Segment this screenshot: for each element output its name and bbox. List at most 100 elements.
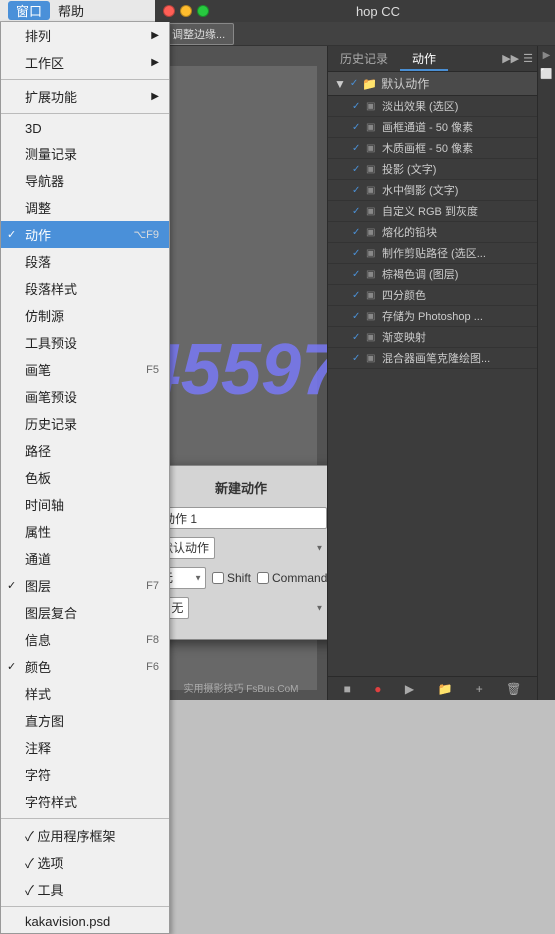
canvas-area: 45597 POCO 摄影专题 http://photo.poco.cn/ 实用… (155, 46, 327, 700)
menu-item-时间轴[interactable]: 时间轴 (1, 491, 169, 518)
action-item[interactable]: ✓▣棕褐色调 (图层) (328, 264, 537, 285)
close-button[interactable] (163, 5, 175, 17)
menu-item-排列[interactable]: 排列▶ (1, 22, 169, 49)
menu-item-画笔[interactable]: 画笔F5 (1, 356, 169, 383)
action-item[interactable]: ✓▣木质画框 - 50 像素 (328, 138, 537, 159)
menu-item-动作[interactable]: 动作⌥F9 (1, 221, 169, 248)
tab-history[interactable]: 历史记录 (328, 46, 400, 71)
menu-item-直方图[interactable]: 直方图 (1, 707, 169, 734)
new-action-btn[interactable]: + (472, 680, 487, 698)
action-item[interactable]: ✓▣制作剪贴路径 (选区... (328, 243, 537, 264)
menu-item-调整[interactable]: 调整 (1, 194, 169, 221)
menu-item-工具预设[interactable]: 工具预设 (1, 329, 169, 356)
play-btn[interactable]: ▶ (401, 680, 418, 698)
menu-help[interactable]: 帮助 (50, 1, 92, 20)
dialog-main-content: 名称： 组： 默认动作 (155, 507, 327, 627)
menu-item-_选项[interactable]: ✓ 选项 (1, 849, 169, 876)
record-panel-btn[interactable]: ● (370, 680, 385, 698)
right-strip: ▶ ⬜ (537, 46, 555, 700)
menu-item-字符样式[interactable]: 字符样式 (1, 788, 169, 815)
menu-item-颜色[interactable]: 颜色F6 (1, 653, 169, 680)
menu-item-图层[interactable]: 图层F7 (1, 572, 169, 599)
strip-icon-2[interactable]: ⬜ (540, 69, 552, 80)
action-name-label: 制作剪贴路径 (选区... (382, 245, 531, 261)
action-item[interactable]: ✓▣存储为 Photoshop ... (328, 306, 537, 327)
menu-item-图层复合[interactable]: 图层复合 (1, 599, 169, 626)
menu-item-测量记录[interactable]: 测量记录 (1, 140, 169, 167)
menu-item-label: 图层复合 (25, 603, 77, 622)
action-item[interactable]: ✓▣淡出效果 (选区) (328, 96, 537, 117)
action-item[interactable]: ✓▣四分颜色 (328, 285, 537, 306)
group-select-wrapper: 默认动作 (156, 537, 327, 559)
action-check-icon: ✓ (352, 248, 366, 259)
action-name-label: 存储为 Photoshop ... (382, 308, 531, 324)
action-name-label: 淡出效果 (选区) (382, 98, 531, 114)
panel-menu-icon[interactable]: ☰ (523, 52, 533, 65)
panel-arrow-icon[interactable]: ▶▶ (502, 52, 519, 65)
menu-item-色板[interactable]: 色板 (1, 464, 169, 491)
strip-play-icon[interactable]: ▶ (543, 50, 551, 61)
menu-item-通道[interactable]: 通道 (1, 545, 169, 572)
menu-item-label: 测量记录 (25, 144, 77, 163)
bottom-credit-text: 实用摄影技巧 FsBus.CoM (183, 680, 298, 695)
color-row: 颜色： × 无 (155, 597, 327, 619)
menu-item-画笔预设[interactable]: 画笔预设 (1, 383, 169, 410)
tab-actions[interactable]: 动作 (400, 46, 448, 71)
menu-window[interactable]: 窗口 (8, 1, 50, 20)
menu-item-label: 工具预设 (25, 333, 77, 352)
menu-item-段落[interactable]: 段落 (1, 248, 169, 275)
dialog-title: 新建动作 (155, 478, 327, 497)
command-checkbox-label[interactable]: Command (257, 571, 327, 585)
minimize-button[interactable] (180, 5, 192, 17)
menu-item-属性[interactable]: 属性 (1, 518, 169, 545)
menu-item-工作区[interactable]: 工作区 ▶ (1, 49, 169, 76)
action-item[interactable]: ✓▣混合器画笔克隆绘图... (328, 348, 537, 369)
window-controls (163, 5, 209, 17)
action-item[interactable]: ✓▣投影 (文字) (328, 159, 537, 180)
shift-checkbox-label[interactable]: Shift (212, 571, 251, 585)
action-item[interactable]: ✓▣自定义 RGB 到灰度 (328, 201, 537, 222)
action-item[interactable]: ✓▣熔化的铅块 (328, 222, 537, 243)
menu-item-历史记录[interactable]: 历史记录 (1, 410, 169, 437)
shift-checkbox[interactable] (212, 572, 224, 584)
action-item[interactable]: ✓▣渐变映射 (328, 327, 537, 348)
menu-item-仿制源[interactable]: 仿制源 (1, 302, 169, 329)
new-set-btn[interactable]: 📁 (433, 680, 456, 698)
menu-item-样式[interactable]: 样式 (1, 680, 169, 707)
submenu-arrow-icon: ▶ (151, 57, 159, 68)
menu-item-注释[interactable]: 注释 (1, 734, 169, 761)
menu-item-kakavision.psd[interactable]: kakavision.psd (1, 910, 169, 933)
menu-item-路径[interactable]: 路径 (1, 437, 169, 464)
menu-item-3D[interactable]: 3D (1, 117, 169, 140)
menu-item-label: 工作区 (25, 53, 64, 72)
menu-item-字符[interactable]: 字符 (1, 761, 169, 788)
menu-item-label: 仿制源 (25, 306, 64, 325)
shift-label: Shift (227, 571, 251, 585)
menu-item-扩展功能[interactable]: 扩展功能▶ (1, 83, 169, 110)
action-type-icon: ▣ (366, 332, 382, 343)
command-checkbox[interactable] (257, 572, 269, 584)
menu-item-段落样式[interactable]: 段落样式 (1, 275, 169, 302)
action-name-label: 四分颜色 (382, 287, 531, 303)
action-check-icon: ✓ (352, 269, 366, 280)
menu-item-label: kakavision.psd (25, 914, 110, 929)
menu-item-_应用程序框架[interactable]: ✓ 应用程序框架 (1, 822, 169, 849)
menu-item-信息[interactable]: 信息F8 (1, 626, 169, 653)
delete-btn[interactable]: 🗑 (502, 680, 525, 698)
name-input[interactable] (156, 507, 327, 529)
menu-item-label: 画笔预设 (25, 387, 77, 406)
action-item[interactable]: ✓▣水中倒影 (文字) (328, 180, 537, 201)
menu-item-label: 扩展功能 (25, 87, 77, 106)
refine-edge-button[interactable]: 调整边缘... (163, 23, 234, 45)
menu-separator (1, 906, 169, 907)
menu-separator (1, 113, 169, 114)
action-check-icon: ✓ (352, 332, 366, 343)
maximize-button[interactable] (197, 5, 209, 17)
menu-item-label: 时间轴 (25, 495, 64, 514)
stop-btn[interactable]: ■ (340, 680, 355, 698)
panel-toolbar: ■ ● ▶ 📁 + 🗑 (328, 676, 537, 700)
menu-item-_工具[interactable]: ✓ 工具 (1, 876, 169, 903)
action-item[interactable]: ✓▣画框通道 - 50 像素 (328, 117, 537, 138)
actions-group-header: ▼ ✓ 📁 默认动作 (328, 72, 537, 96)
menu-item-导航器[interactable]: 导航器 (1, 167, 169, 194)
